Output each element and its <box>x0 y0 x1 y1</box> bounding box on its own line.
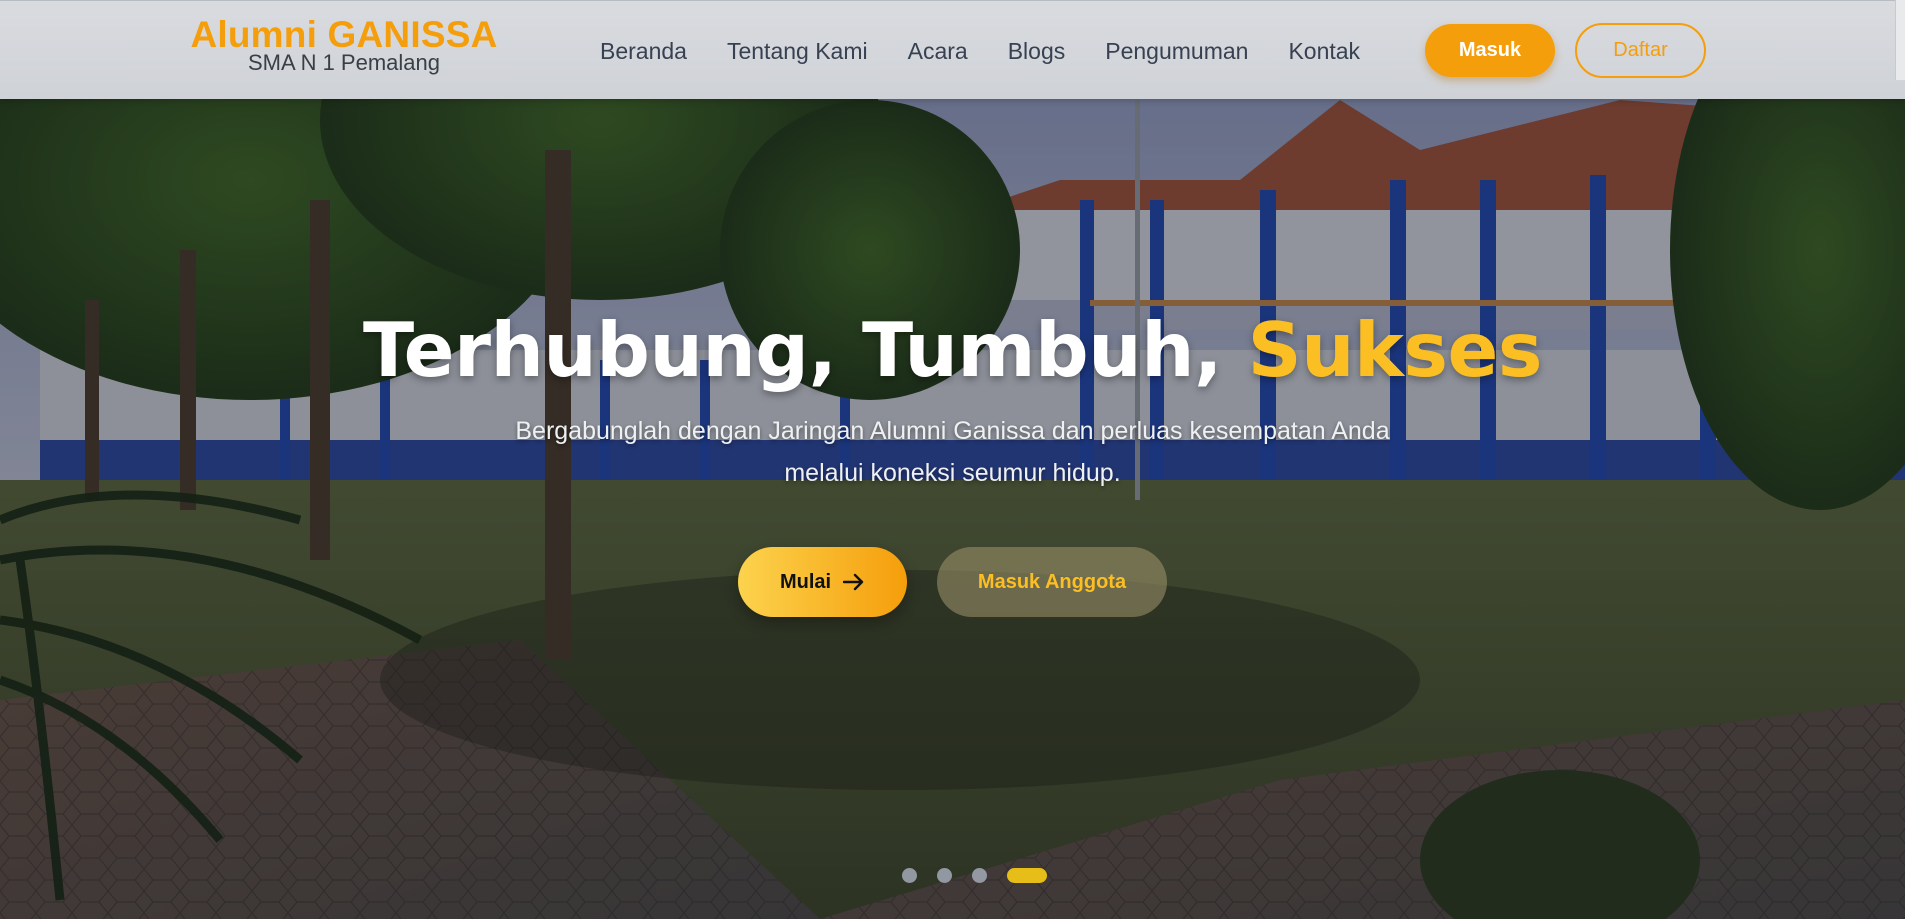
brand-subtitle: SMA N 1 Pemalang <box>248 50 440 75</box>
member-login-button[interactable]: Masuk Anggota <box>937 547 1167 617</box>
hero-subtitle: Bergabunglah dengan Jaringan Alumni Gani… <box>515 417 1390 487</box>
page-scrollbar[interactable] <box>1895 0 1905 80</box>
nav-item-pengumuman[interactable]: Pengumuman <box>1105 37 1248 65</box>
brand-logo[interactable]: Alumni GANISSA SMA N 1 Pemalang <box>186 15 502 74</box>
carousel-dot-3[interactable] <box>972 868 987 883</box>
register-button[interactable]: Daftar <box>1575 23 1706 78</box>
carousel-indicators <box>0 868 1905 883</box>
arrow-right-icon <box>843 573 864 591</box>
hero-content: Terhubung, Tumbuh, Sukses Bergabunglah d… <box>0 300 1905 494</box>
start-button[interactable]: Mulai <box>738 547 907 617</box>
brand-title: Alumni GANISSA <box>190 14 498 55</box>
nav-item-blogs[interactable]: Blogs <box>1008 37 1066 65</box>
nav-item-beranda[interactable]: Beranda <box>600 37 687 65</box>
start-button-label: Mulai <box>779 570 832 593</box>
carousel-dot-4-active[interactable] <box>1007 868 1047 883</box>
carousel-dot-1[interactable] <box>902 868 917 883</box>
nav-item-kontak[interactable]: Kontak <box>1288 37 1360 65</box>
nav-item-tentang-kami[interactable]: Tentang Kami <box>727 37 868 65</box>
carousel-dot-2[interactable] <box>937 868 952 883</box>
hero-headline-main: Terhubung, Tumbuh, <box>362 306 1223 394</box>
hero-headline-accent: Sukses <box>1247 306 1543 394</box>
nav-item-acara[interactable]: Acara <box>908 37 968 65</box>
navbar: Alumni GANISSA SMA N 1 Pemalang Beranda … <box>0 0 1905 99</box>
hero-cta-group: Mulai Masuk Anggota <box>0 547 1905 617</box>
hero-headline: Terhubung, Tumbuh, Sukses <box>0 300 1905 400</box>
main-nav: Beranda Tentang Kami Acara Blogs Pengumu… <box>600 37 1360 65</box>
login-button[interactable]: Masuk <box>1425 24 1555 77</box>
